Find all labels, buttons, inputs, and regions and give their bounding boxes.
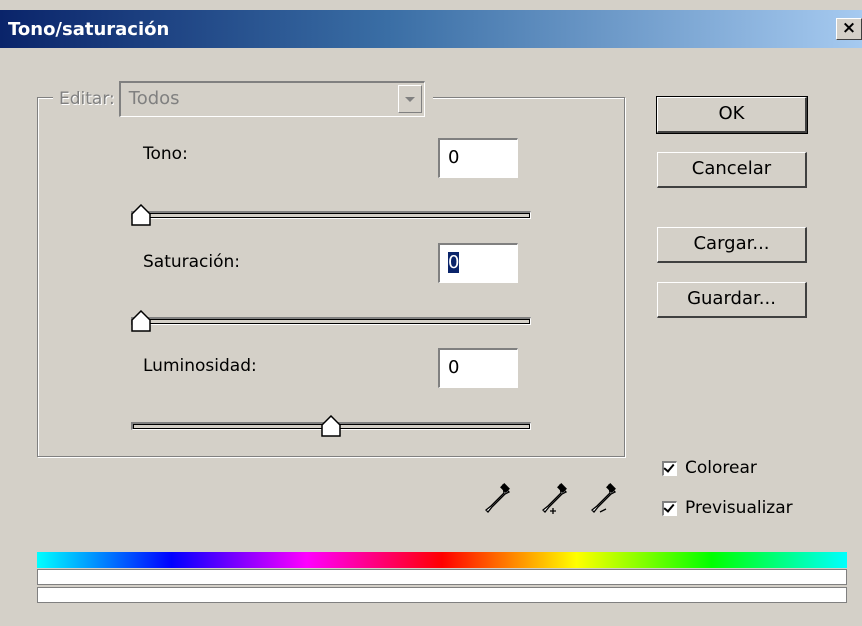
cancel-button[interactable]: Cancelar (657, 152, 807, 188)
saturation-slider-thumb[interactable] (131, 310, 151, 332)
eyedropper-icon[interactable] (483, 482, 513, 518)
lightness-slider-thumb[interactable] (321, 415, 341, 437)
edit-select-value: Todos (128, 88, 180, 109)
edit-label: Editar: (59, 89, 115, 109)
edit-select[interactable]: Todos (118, 81, 425, 117)
hue-label: Tono: (143, 144, 188, 164)
adjustment-groupbox (37, 97, 625, 457)
input-color-spectrum (37, 552, 847, 568)
colorize-checkbox[interactable] (662, 460, 677, 476)
preview-checkbox-row[interactable]: Previsualizar (662, 498, 793, 518)
output-color-spectrum-top (37, 569, 847, 585)
chevron-down-icon[interactable] (397, 85, 422, 113)
close-icon: × (841, 18, 857, 38)
save-button[interactable]: Guardar... (657, 282, 807, 318)
hue-input[interactable]: 0 (438, 138, 518, 178)
colorize-label: Colorear (685, 458, 757, 478)
title-bar: Tono/saturación × (0, 10, 862, 48)
hue-slider[interactable] (131, 211, 531, 219)
preview-label: Previsualizar (685, 498, 793, 518)
load-button[interactable]: Cargar... (657, 227, 807, 263)
colorize-checkbox-row[interactable]: Colorear (662, 458, 757, 478)
saturation-input[interactable]: 0 (438, 243, 518, 283)
lightness-label: Luminosidad: (143, 356, 257, 376)
window-title: Tono/saturación (8, 19, 170, 40)
saturation-label: Saturación: (143, 252, 241, 272)
saturation-slider[interactable] (131, 317, 531, 325)
eyedropper-plus-icon[interactable] (540, 482, 570, 518)
close-button[interactable]: × (836, 18, 862, 40)
preview-checkbox[interactable] (662, 500, 677, 516)
edit-row: Editar: Todos (53, 80, 433, 118)
output-color-spectrum-bottom (37, 587, 847, 603)
lightness-input[interactable]: 0 (438, 348, 518, 388)
ok-button[interactable]: OK (656, 96, 808, 134)
hue-slider-thumb[interactable] (131, 204, 151, 226)
eyedropper-minus-icon[interactable] (589, 482, 619, 518)
